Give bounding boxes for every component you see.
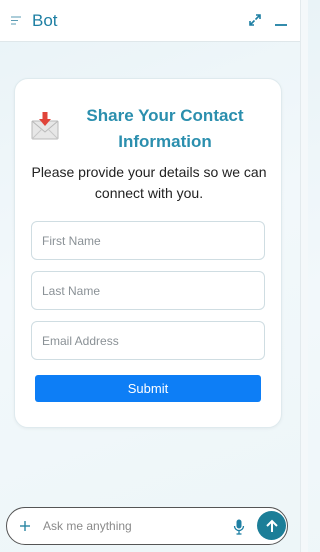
last-name-field[interactable]: [31, 271, 265, 310]
card-subtitle: Please provide your details so we can co…: [31, 164, 267, 201]
microphone-icon[interactable]: [233, 519, 245, 535]
chat-composer: [6, 507, 288, 545]
email-field[interactable]: [31, 321, 265, 360]
menu-icon[interactable]: [11, 16, 21, 25]
expand-icon[interactable]: [248, 13, 262, 27]
chat-header: Bot: [0, 0, 300, 42]
card-title: Share Your Contact Information: [86, 106, 244, 151]
envelope-download-icon: [31, 112, 59, 140]
arrow-up-icon: [265, 519, 278, 532]
submit-button[interactable]: Submit: [35, 375, 261, 402]
window-edge: [300, 0, 308, 552]
chat-input[interactable]: [43, 514, 223, 538]
send-button[interactable]: [257, 511, 286, 540]
first-name-field[interactable]: [31, 221, 265, 260]
contact-form-card: Share Your Contact Information Please pr…: [14, 78, 282, 428]
minimize-icon[interactable]: [274, 13, 288, 27]
plus-icon[interactable]: [18, 519, 32, 533]
chat-title: Bot: [32, 11, 58, 30]
